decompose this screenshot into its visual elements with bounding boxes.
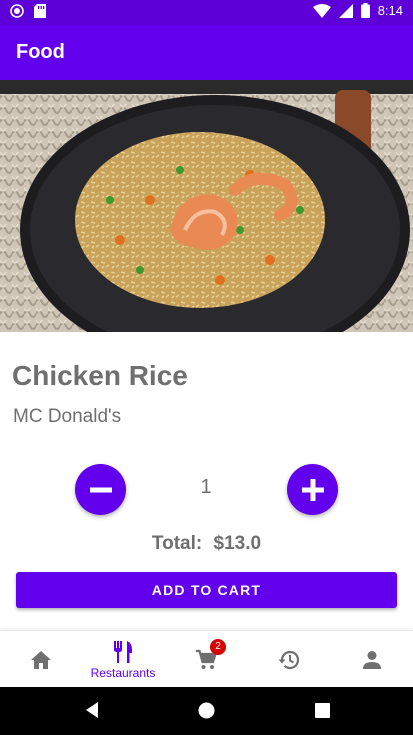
system-navigation-bar [0,687,413,735]
back-icon[interactable] [84,701,100,719]
nav-item-restaurants[interactable]: Restaurants [82,631,164,688]
food-title: Chicken Rice [12,360,188,391]
total-value: $13.0 [213,533,262,554]
food-image [0,80,413,332]
increase-quantity-button[interactable] [287,464,338,515]
app-bar: Food [0,25,413,80]
restaurant-icon [114,640,132,663]
person-icon [363,650,381,669]
status-time: 8:14 [377,3,403,18]
quantity-value: 1 [200,476,212,498]
notification-circle-icon [10,4,24,18]
nav-item-cart[interactable]: 2 [165,631,247,688]
nav-item-profile[interactable] [331,631,413,688]
cellular-signal-icon [338,3,353,18]
minus-icon [89,487,112,492]
decrease-quantity-button[interactable] [75,464,126,515]
battery-icon [360,3,370,18]
total-label: Total: [151,533,203,554]
nav-item-history[interactable] [248,631,330,688]
total-row: Total: $13.0 [0,533,413,555]
app-bar-title: Food [16,41,65,63]
wifi-icon [312,3,331,18]
plus-icon [301,478,324,501]
sd-card-icon [34,4,46,18]
recents-square-icon[interactable] [315,703,330,718]
home-circle-icon[interactable] [198,702,215,719]
add-to-cart-button[interactable]: ADD TO CART [16,572,397,608]
restaurant-name: MC Donald's [13,406,122,427]
nav-item-home[interactable] [0,631,82,688]
status-bar: 8:14 [0,0,413,25]
bottom-navigation: Restaurants 2 [0,630,413,687]
cart-badge: 2 [210,639,226,655]
nav-label-restaurants: Restaurants [90,665,156,680]
home-icon [31,650,51,669]
history-icon [278,650,300,669]
